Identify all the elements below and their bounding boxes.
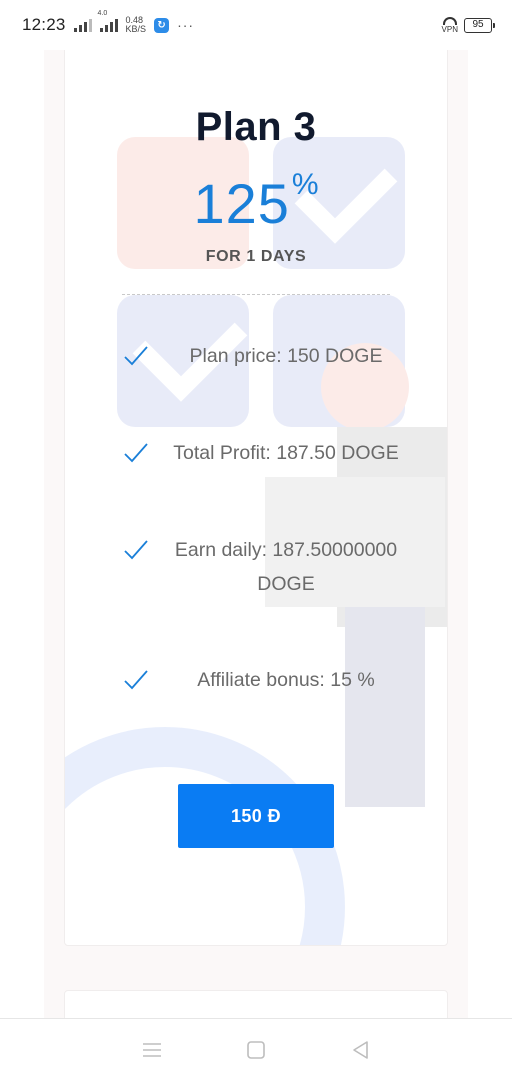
vpn-label: VPN [441, 24, 458, 34]
plan-feature-item: Plan price: 150 DOGE [65, 339, 447, 436]
page-background: Plan 3 125 % FOR 1 DAYS Plan price: 150 … [0, 50, 512, 1018]
check-icon [124, 346, 148, 366]
net-speed-unit: KB/S [125, 24, 147, 34]
plan-title: Plan 3 [195, 105, 317, 149]
check-icon [124, 670, 148, 690]
plan-features-list: Plan price: 150 DOGE Total Profit: 187.5… [65, 339, 447, 760]
feature-text: Earn daily: 187.50000000 DOGE [174, 539, 398, 595]
plan-return-value: 125 [193, 172, 290, 235]
signal-4g-icon: 4.0 [98, 10, 118, 32]
plan-feature-item: Total Profit: 187.50 DOGE [65, 436, 447, 533]
system-nav-bar [0, 1018, 512, 1080]
app-notification-icon: ↻ [154, 17, 170, 33]
signal-badge: 4.0 [97, 10, 108, 17]
home-square-icon[interactable] [236, 1030, 276, 1070]
plan-return-symbol: % [291, 168, 319, 201]
check-icon [124, 443, 148, 463]
menu-icon[interactable] [132, 1030, 172, 1070]
dashed-divider [122, 294, 390, 295]
battery-icon: 95 [464, 17, 495, 33]
feature-text: Total Profit: 187.50 DOGE [173, 442, 399, 464]
back-triangle-icon[interactable] [340, 1030, 380, 1070]
signal-icon [73, 18, 92, 32]
net-speed: 0.48 KB/S [126, 16, 147, 34]
status-time: 12:23 [22, 15, 66, 34]
status-bar: 12:23 4.0 0.48 KB/S ↻ ··· VPN 95 [0, 0, 512, 50]
more-notifications-icon: ··· [177, 17, 195, 33]
next-plan-card [64, 990, 448, 1018]
plan-return-percent: 125 % [193, 170, 318, 235]
plan-card: Plan 3 125 % FOR 1 DAYS Plan price: 150 … [64, 50, 448, 946]
plan-duration: FOR 1 DAYS [205, 248, 307, 265]
plan-feature-item: Affiliate bonus: 15 % [65, 663, 447, 760]
feature-text: Plan price: 150 DOGE [189, 345, 383, 367]
buy-plan-button[interactable]: 150 Đ [178, 784, 334, 848]
vpn-icon: VPN [441, 16, 458, 34]
plan-feature-item: Earn daily: 187.50000000 DOGE [65, 533, 447, 663]
feature-text: Affiliate bonus: 15 % [197, 669, 375, 691]
check-icon [124, 540, 148, 560]
